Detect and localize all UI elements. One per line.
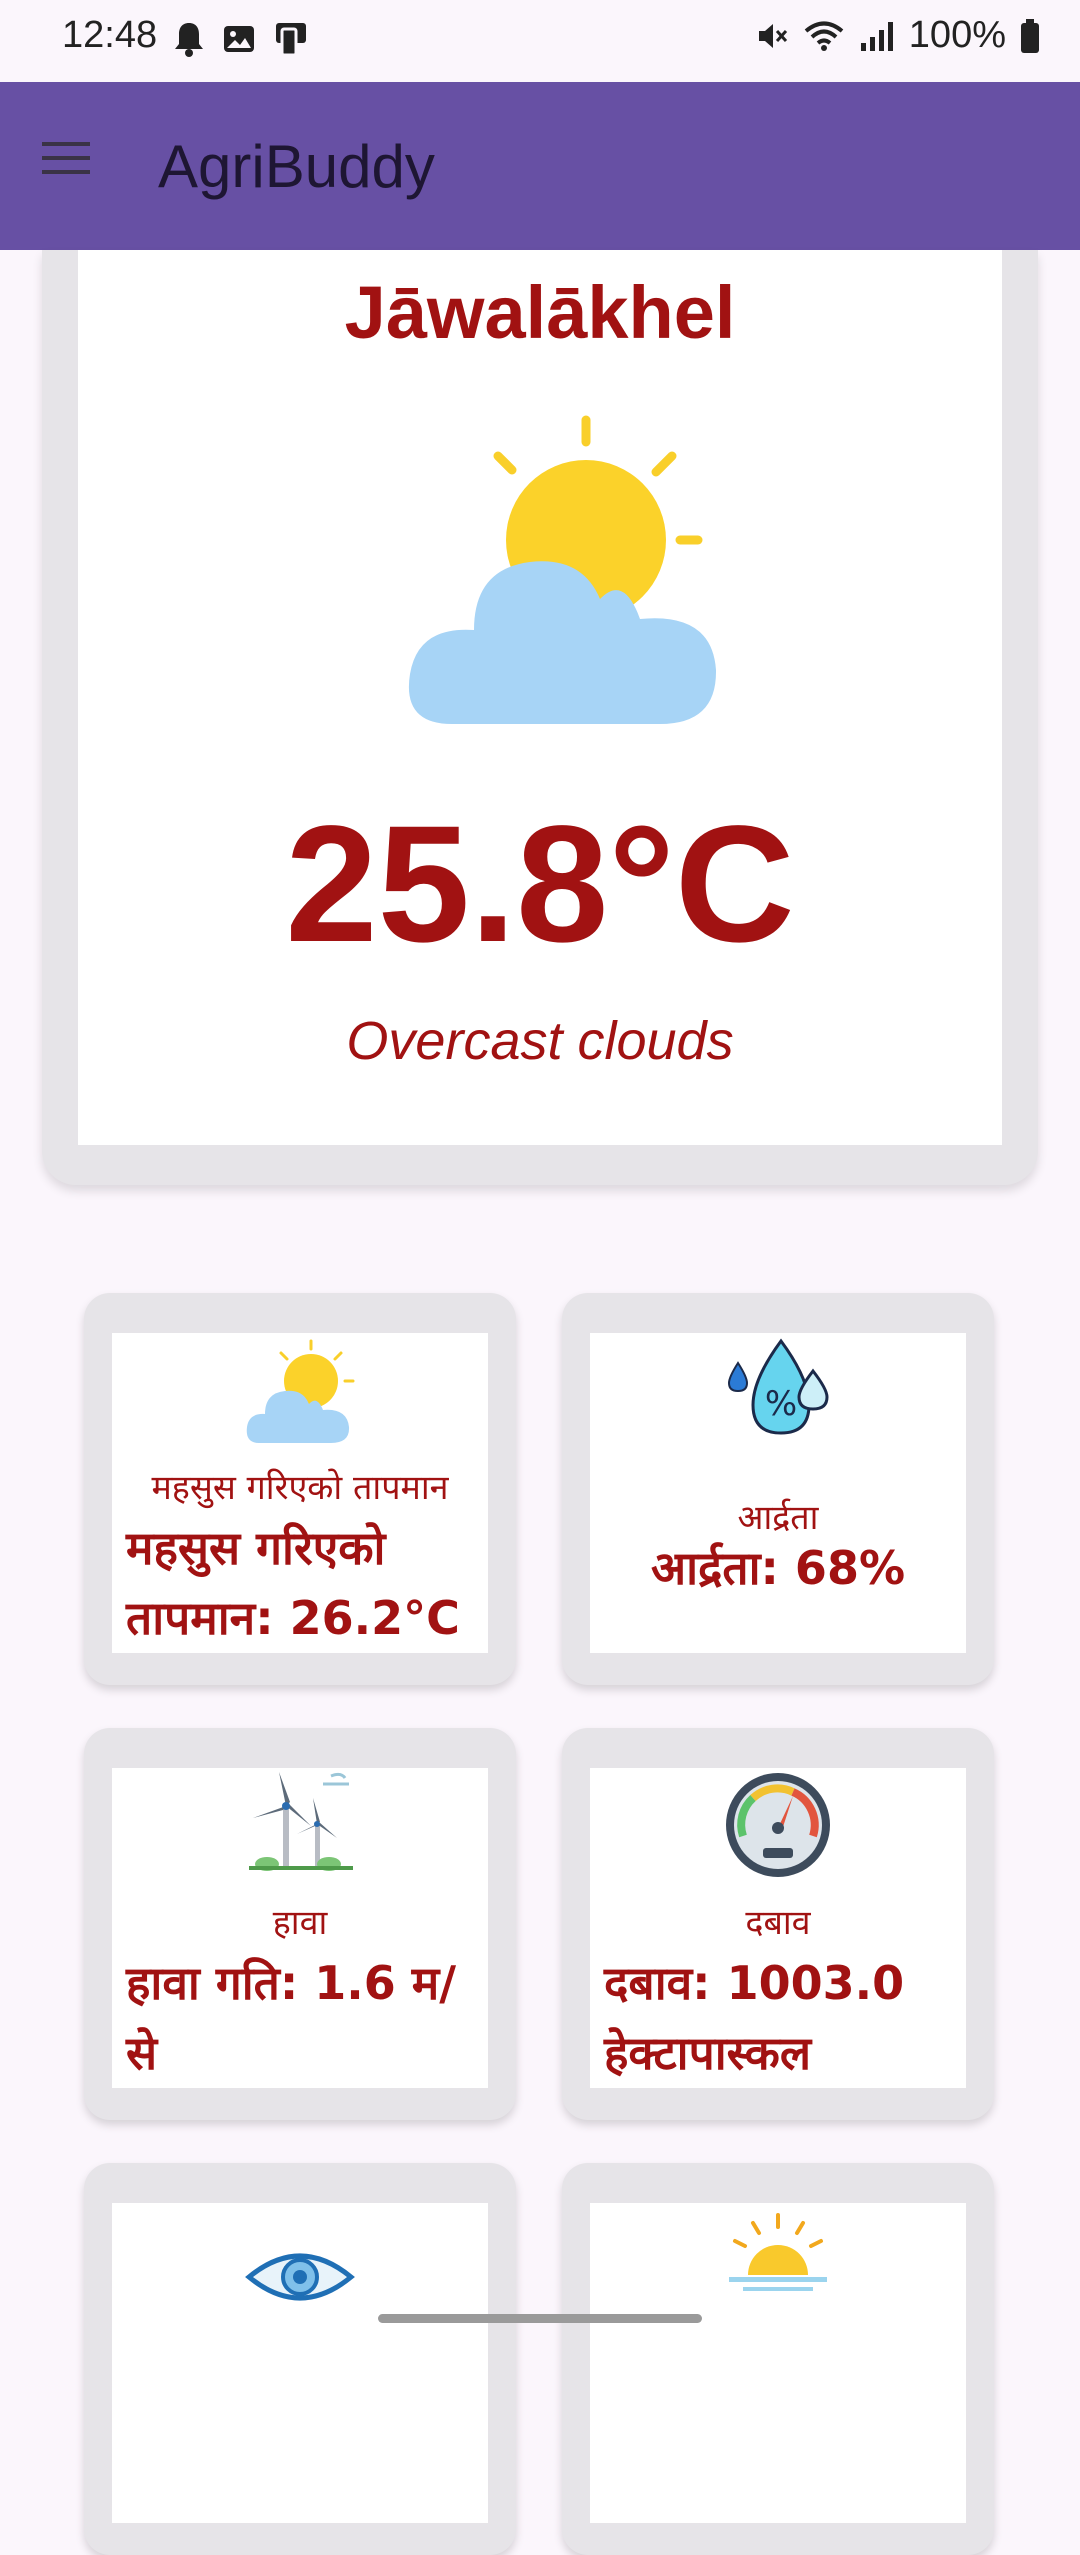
- humidity-card: % आर्द्रता आर्द्रता: 68%: [562, 1293, 994, 1685]
- humidity-card-content: % आर्द्रता आर्द्रता: 68%: [590, 1333, 966, 1653]
- pressure-value: दबाव: 1003.0 हेक्टापास्कल: [604, 1956, 905, 2080]
- pressure-gauge-icon: [726, 1773, 830, 1877]
- pressure-card: दबाव दबाव: 1003.0 हेक्टापास्कल: [562, 1728, 994, 2120]
- location-name: Jāwalākhel: [344, 271, 736, 354]
- humidity-icon: %: [727, 1338, 829, 1435]
- notification-bell-icon: [175, 23, 203, 57]
- hamburger-menu-icon: [42, 142, 90, 174]
- pressure-label: दबाव: [745, 1903, 811, 1943]
- temperature-value: 25.8°C: [285, 792, 795, 977]
- signal-icon: [860, 21, 893, 51]
- wind-card-content: हावा हावा गति: 1.6 म/से: [112, 1768, 488, 2088]
- partly-cloudy-icon: [246, 1339, 355, 1443]
- battery-icon: [1021, 18, 1039, 53]
- status-time: 12:48: [62, 14, 158, 56]
- pressure-card-content: दबाव दबाव: 1003.0 हेक्टापास्कल: [590, 1768, 966, 2088]
- feels-like-value: महसुस गरिएको तापमान: 26.2°C: [126, 1521, 460, 1645]
- wind-card: हावा हावा गति: 1.6 म/से: [84, 1728, 516, 2120]
- weather-condition: Overcast clouds: [346, 1011, 734, 1071]
- visibility-card-content: [112, 2203, 488, 2523]
- current-weather-card-content: Jāwalākhel 25.8°C Overcast clouds: [78, 250, 1002, 1145]
- app-title: AgriBuddy: [158, 133, 435, 200]
- visibility-card: [84, 2163, 516, 2555]
- app-bar: AgriBuddy: [0, 82, 1080, 250]
- hamburger-menu-button[interactable]: [38, 136, 108, 196]
- wind-value: हावा गति: 1.6 म/से: [126, 1956, 457, 2080]
- svg-text:%: %: [765, 1384, 797, 1424]
- current-weather-card: Jāwalākhel 25.8°C Overcast clouds: [42, 250, 1038, 1185]
- mute-icon: [758, 23, 787, 48]
- wifi-icon: [804, 21, 844, 51]
- sunrise-card: [562, 2163, 994, 2555]
- feels-like-card-content: महसुस गरिएको तापमान महसुस गरिएको तापमान:…: [112, 1333, 488, 1653]
- sunrise-icon: [729, 2213, 827, 2291]
- status-bar: 12:48 100%: [0, 0, 1080, 82]
- battery-percentage: 100%: [908, 14, 1006, 56]
- feels-like-label: महसुस गरिएको तापमान: [151, 1468, 449, 1508]
- partly-cloudy-icon: [408, 415, 717, 724]
- wind-turbine-icon: [249, 1772, 353, 1871]
- status-right: 100%: [755, 14, 1040, 57]
- humidity-value: आर्द्रता: 68%: [650, 1541, 906, 1595]
- phone-icon: [276, 23, 306, 57]
- home-indicator[interactable]: [378, 2314, 702, 2323]
- image-icon: [224, 26, 254, 52]
- feels-like-card: महसुस गरिएको तापमान महसुस गरिएको तापमान:…: [84, 1293, 516, 1685]
- wind-label: हावा: [272, 1903, 328, 1943]
- sunrise-card-content: [590, 2203, 966, 2523]
- status-left-icons: [172, 20, 310, 58]
- eye-icon: [245, 2253, 355, 2301]
